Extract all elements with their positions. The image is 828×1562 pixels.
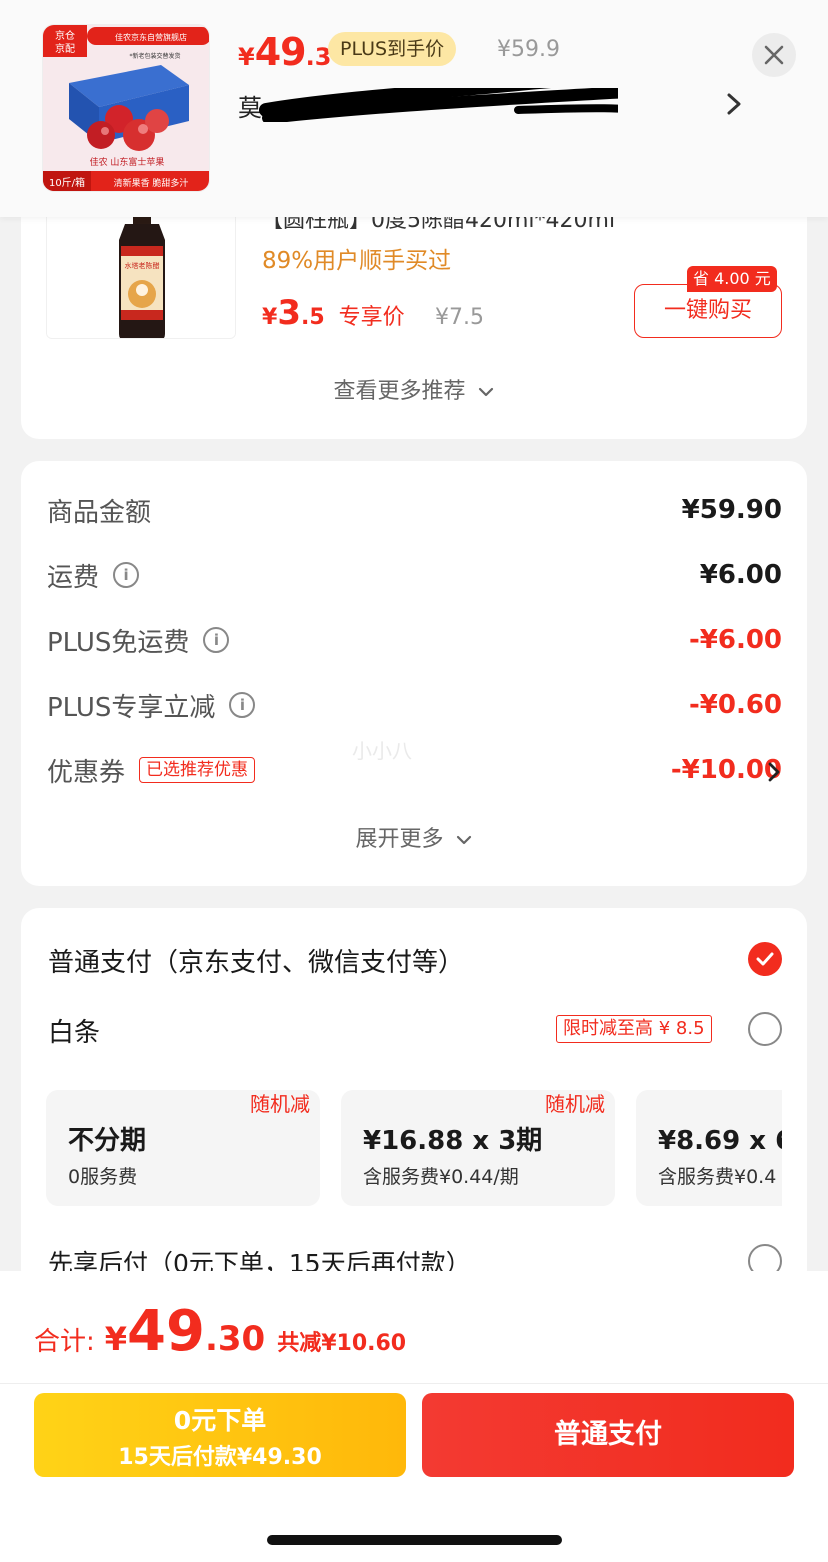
amount-label: 商品金额 (47, 497, 152, 528)
payment-card: 普通支付（京东支付、微信支付等） 白条 限时减至高 ¥ 8.5 随机减 不分期 … (21, 908, 807, 1288)
installment-fee: 0服务费 (68, 1166, 138, 1188)
divider (0, 1383, 828, 1384)
installment-main: ¥8.69 x 6期 (658, 1126, 782, 1156)
home-indicator (267, 1535, 562, 1545)
installment-main: 不分期 (68, 1126, 147, 1156)
watermark: 小小八 (352, 739, 412, 763)
amount-row-goods: 商品金额 ¥59.90 (47, 490, 782, 530)
total-currency: ¥ (104, 1320, 128, 1358)
amount-value: -¥6.00 (688, 625, 782, 655)
price-currency: ¥ (238, 43, 255, 71)
recommend-price-decimal: .5 (300, 305, 325, 330)
more-recommend-link[interactable]: 查看更多推荐 (21, 373, 807, 405)
recommend-price: ¥ 3 .5 专享价 (262, 293, 405, 333)
installment-fee: 含服务费¥0.44/期 (363, 1166, 519, 1188)
total-label: 合计: (34, 1327, 95, 1357)
total-integer: 49 (127, 1299, 205, 1364)
recommend-price-currency: ¥ (262, 305, 278, 330)
installment-option-3[interactable]: 随机减 ¥16.88 x 3期 含服务费¥0.44/期 (341, 1090, 615, 1206)
chevron-right-icon[interactable] (722, 90, 746, 118)
original-price: ¥59.9 (497, 37, 560, 62)
recommend-price-integer: 3 (277, 293, 301, 333)
vinegar-bottle-picture: 水塔老陈醋 (47, 206, 235, 338)
chevron-down-icon (456, 835, 471, 845)
amount-summary-card: 商品金额 ¥59.90 运费 ¥6.00 PLUS免运费 -¥6.00 PLUS… (21, 461, 807, 886)
amount-row-plus-discount: PLUS专享立减 -¥0.60 (47, 685, 782, 725)
amount-value: ¥6.00 (699, 560, 782, 590)
amount-row-coupon[interactable]: 优惠券 已选推荐优惠 -¥10.00 (47, 750, 782, 790)
expand-more-label: 展开更多 (355, 827, 444, 852)
random-discount-badge: 随机减 (545, 1092, 605, 1116)
plus-price-badge: PLUS到手价 (328, 32, 457, 66)
amount-label: 优惠券 (47, 757, 126, 788)
info-icon[interactable] (203, 627, 230, 653)
save-amount-badge: 省 4.00 元 (687, 266, 777, 292)
installment-fee: 含服务费¥0.4 (658, 1166, 777, 1188)
amount-row-shipping: 运费 ¥6.00 (47, 555, 782, 595)
info-icon[interactable] (113, 562, 140, 588)
apple-box-picture: 京仓 京配 佳农京东自营旗舰店 *新老包装交替发货 佳农 山东富士苹果 10斤/… (43, 25, 209, 191)
close-button[interactable] (752, 33, 796, 77)
pay-later-button[interactable]: 0元下单 15天后付款¥49.30 (34, 1393, 406, 1477)
amount-label: 运费 (47, 562, 100, 593)
chevron-right-icon[interactable] (766, 761, 782, 783)
amount-value: -¥0.60 (688, 690, 782, 720)
svg-text:清新果香 脆甜多汁: 清新果香 脆甜多汁 (114, 177, 189, 189)
installment-options: 随机减 不分期 0服务费 随机减 ¥16.88 x 3期 含服务费¥0.44/期… (46, 1090, 782, 1206)
bottle-label: 水塔老陈醋 (125, 261, 160, 270)
more-recommend-label: 查看更多推荐 (333, 379, 466, 404)
baitiao-radio[interactable] (748, 1012, 782, 1046)
checkout-page: 京仓 京配 佳农京东自营旗舰店 *新老包装交替发货 佳农 山东富士苹果 10斤/… (0, 0, 828, 1562)
recommend-bought-rate: 89%用户顺手买过 (262, 248, 452, 274)
pay-later-line2: 15天后付款¥49.30 (118, 1445, 322, 1470)
product-title[interactable]: 莫 (238, 88, 618, 122)
payment-normal-option[interactable]: 普通支付（京东支付、微信支付等） (48, 942, 464, 979)
info-icon[interactable] (229, 692, 256, 718)
total-saved: 共减¥10.60 (277, 1331, 407, 1356)
normal-pay-button[interactable]: 普通支付 (422, 1393, 794, 1477)
recommend-product-image[interactable]: 水塔老陈醋 (46, 205, 236, 339)
installment-option-none[interactable]: 随机减 不分期 0服务费 (46, 1090, 320, 1206)
redaction-scribble (259, 88, 618, 122)
svg-text:10斤/箱: 10斤/箱 (49, 176, 85, 189)
recommend-original-price: ¥7.5 (435, 305, 484, 330)
selected-check-icon[interactable] (748, 942, 782, 976)
checkout-bar: 合计: ¥ 49 .30 共减¥10.60 0元下单 15天后付款¥49.30 … (0, 1271, 828, 1562)
chevron-down-icon (478, 387, 493, 397)
expand-more-link[interactable]: 展开更多 (21, 821, 807, 853)
price-integer: 49 (254, 30, 307, 74)
product-header: 京仓 京配 佳农京东自营旗舰店 *新老包装交替发货 佳农 山东富士苹果 10斤/… (0, 0, 828, 217)
svg-text:佳农京东自营旗舰店: 佳农京东自营旗舰店 (115, 32, 187, 42)
baitiao-discount-tag: 限时减至高 ¥ 8.5 (556, 1015, 712, 1043)
product-image[interactable]: 京仓 京配 佳农京东自营旗舰店 *新老包装交替发货 佳农 山东富士苹果 10斤/… (42, 24, 210, 192)
installment-option-6[interactable]: ¥8.69 x 6期 含服务费¥0.4 (636, 1090, 782, 1206)
svg-text:佳农 山东富士苹果: 佳农 山东富士苹果 (90, 156, 165, 168)
svg-text:*新老包装交替发货: *新老包装交替发货 (129, 52, 180, 60)
one-click-buy-button[interactable]: 一键购买 (634, 284, 782, 338)
recommend-card: 水塔老陈醋 【圆柱瓶】0度5陈醋420ml*420ml 89%用户顺手买过 ¥ … (21, 180, 807, 439)
svg-text:京仓: 京仓 (55, 29, 75, 42)
recommend-price-tag: 专享价 (338, 305, 405, 330)
total-decimal: .30 (204, 1319, 266, 1359)
amount-label: PLUS免运费 (47, 627, 190, 658)
order-total: 合计: ¥ 49 .30 共减¥10.60 (34, 1299, 406, 1364)
pay-later-line1: 0元下单 (173, 1406, 267, 1435)
installment-main: ¥16.88 x 3期 (363, 1126, 543, 1156)
checkmark-icon (756, 952, 774, 966)
amount-label: PLUS专享立减 (47, 692, 216, 723)
header-price: ¥ 49 .3 (238, 30, 331, 74)
payment-baitiao-option[interactable]: 白条 (48, 1012, 100, 1049)
random-discount-badge: 随机减 (250, 1092, 310, 1116)
amount-row-plus-free-shipping: PLUS免运费 -¥6.00 (47, 620, 782, 660)
close-icon (764, 45, 784, 65)
svg-text:京配: 京配 (55, 42, 75, 55)
coupon-selected-tag: 已选推荐优惠 (139, 757, 256, 783)
amount-value: ¥59.90 (681, 495, 782, 525)
